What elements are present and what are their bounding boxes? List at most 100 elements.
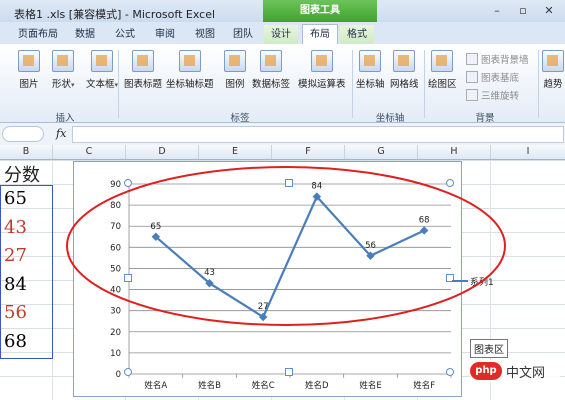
axes-icon — [359, 50, 382, 72]
resize-handle[interactable] — [124, 179, 132, 187]
watermark: php 中文网 — [470, 360, 560, 382]
data-table-button[interactable]: 模拟运算表 — [298, 50, 346, 90]
resize-handle[interactable] — [285, 368, 293, 376]
data-label: 56 — [365, 241, 376, 251]
y-tick-label: 20 — [110, 328, 121, 338]
y-tick-label: 90 — [110, 180, 121, 190]
line-chart: 0 10 20 30 40 50 60 70 80 90 姓名A 姓名B 姓名C 姓名D 姓名E 姓名F 65 4… — [110, 180, 452, 391]
separator — [538, 50, 539, 118]
separator — [424, 50, 425, 118]
x-tick-label: 姓名D — [305, 380, 329, 391]
background-group-label: 背景 — [475, 113, 495, 124]
separator — [352, 50, 353, 118]
data-labels-icon — [260, 50, 282, 72]
data-labels-button[interactable]: 数据标签 — [252, 50, 290, 90]
name-box[interactable] — [2, 126, 44, 142]
tab-team[interactable]: 团队 — [228, 25, 258, 44]
tab-formulas[interactable]: 公式 — [108, 25, 142, 44]
resize-handle[interactable] — [446, 368, 454, 376]
textbox-button[interactable]: 文本框▾ — [86, 50, 118, 90]
resize-handle[interactable] — [124, 368, 132, 376]
data-label: 65 — [150, 222, 161, 232]
x-tick-label: 姓名E — [359, 380, 381, 391]
column-header-g[interactable]: G — [345, 145, 418, 159]
chart-floor-icon — [466, 71, 478, 83]
y-tick-label: 70 — [110, 222, 121, 232]
insert-group-label: 插入 — [55, 113, 75, 124]
axis-titles-button[interactable]: 坐标轴标题 — [166, 50, 214, 90]
legend-button[interactable]: 图例 — [224, 50, 246, 90]
ribbon-tabs: 页面布局 数据 公式 审阅 视图 团队 设计 布局 格式 — [0, 22, 565, 45]
y-tick-label: 40 — [110, 286, 121, 296]
tab-format[interactable]: 格式 — [340, 25, 374, 44]
column-header-e[interactable]: E — [199, 145, 272, 159]
chart-wall-button[interactable]: 图表背景墙 — [466, 52, 529, 66]
watermark-logo: php — [470, 362, 502, 380]
resize-handle[interactable] — [124, 274, 132, 282]
x-tick-label: 姓名A — [144, 380, 167, 391]
close-button[interactable]: ✕ — [540, 3, 558, 19]
tab-data[interactable]: 数据 — [68, 25, 102, 44]
shapes-button[interactable]: 形状▾ — [52, 50, 75, 90]
trendline-icon — [542, 50, 564, 72]
data-label: 68 — [419, 215, 430, 225]
x-tick-label: 姓名F — [413, 380, 435, 391]
legend-icon — [224, 50, 246, 72]
data-label: 27 — [258, 302, 269, 312]
chart-title-button[interactable]: 图表标题 — [124, 50, 162, 90]
chart-floor-button[interactable]: 图表基底 — [466, 70, 519, 84]
column-header-h[interactable]: H — [418, 145, 491, 159]
minimize-button[interactable]: – — [488, 3, 506, 19]
cell-header-score[interactable]: 分数 — [4, 161, 40, 187]
shapes-icon — [52, 50, 75, 72]
y-tick-label: 60 — [110, 243, 121, 253]
column-header-c[interactable]: C — [53, 145, 126, 159]
plot-area-button[interactable]: 绘图区 — [428, 50, 457, 90]
3d-rotation-button[interactable]: 三维旋转 — [466, 88, 519, 102]
formula-input[interactable] — [72, 126, 564, 143]
watermark-text: 中文网 — [506, 366, 546, 381]
tab-review[interactable]: 审阅 — [148, 25, 182, 44]
legend-key — [452, 280, 468, 282]
plot-area-icon — [431, 50, 454, 72]
data-point — [419, 226, 429, 235]
resize-handle[interactable] — [285, 179, 293, 187]
picture-button[interactable]: 图片 — [18, 50, 40, 90]
chart-area-tooltip: 图表区 — [470, 339, 508, 358]
tab-layout[interactable]: 布局 — [302, 24, 338, 44]
y-tick-label: 50 — [110, 264, 121, 274]
tab-page-layout[interactable]: 页面布局 — [14, 25, 62, 44]
data-table-icon — [310, 50, 333, 72]
fx-icon[interactable]: fx — [56, 127, 66, 140]
axis-titles-icon — [178, 50, 201, 72]
column-header-b[interactable]: B — [0, 145, 53, 159]
y-tick-label: 10 — [110, 349, 121, 359]
window-controls: – ▫ ✕ — [488, 3, 562, 21]
y-tick-label: 80 — [110, 201, 121, 211]
y-tick-label: 30 — [110, 307, 121, 317]
textbox-icon — [91, 50, 114, 72]
column-headers: B C D E F G H I — [0, 145, 565, 160]
resize-handle[interactable] — [446, 179, 454, 187]
trendline-button[interactable]: 趋势 — [542, 50, 564, 90]
column-header-i[interactable]: I — [491, 145, 565, 159]
selected-range — [0, 185, 53, 359]
data-label: 84 — [311, 182, 322, 192]
rotation-icon — [466, 89, 478, 101]
legend-series-name: 系列1 — [470, 278, 494, 288]
gridlines-icon — [393, 50, 416, 72]
maximize-button[interactable]: ▫ — [514, 3, 532, 19]
data-label: 43 — [204, 268, 215, 278]
series-line — [155, 194, 425, 319]
gridlines-button[interactable]: 网格线 — [390, 50, 419, 90]
chart-title-icon — [132, 50, 154, 72]
tab-view[interactable]: 视图 — [188, 25, 222, 44]
column-header-d[interactable]: D — [126, 145, 199, 159]
window-title: 表格1 .xls [兼容模式] - Microsoft Excel — [14, 8, 216, 21]
chart-tools-context-label: 图表工具 — [263, 0, 377, 22]
chart-legend[interactable]: 系列1 — [452, 275, 494, 288]
column-header-f[interactable]: F — [272, 145, 345, 159]
tab-design[interactable]: 设计 — [264, 25, 298, 44]
x-tick-label: 姓名B — [198, 380, 221, 391]
axes-button[interactable]: 坐标轴 — [356, 50, 385, 90]
